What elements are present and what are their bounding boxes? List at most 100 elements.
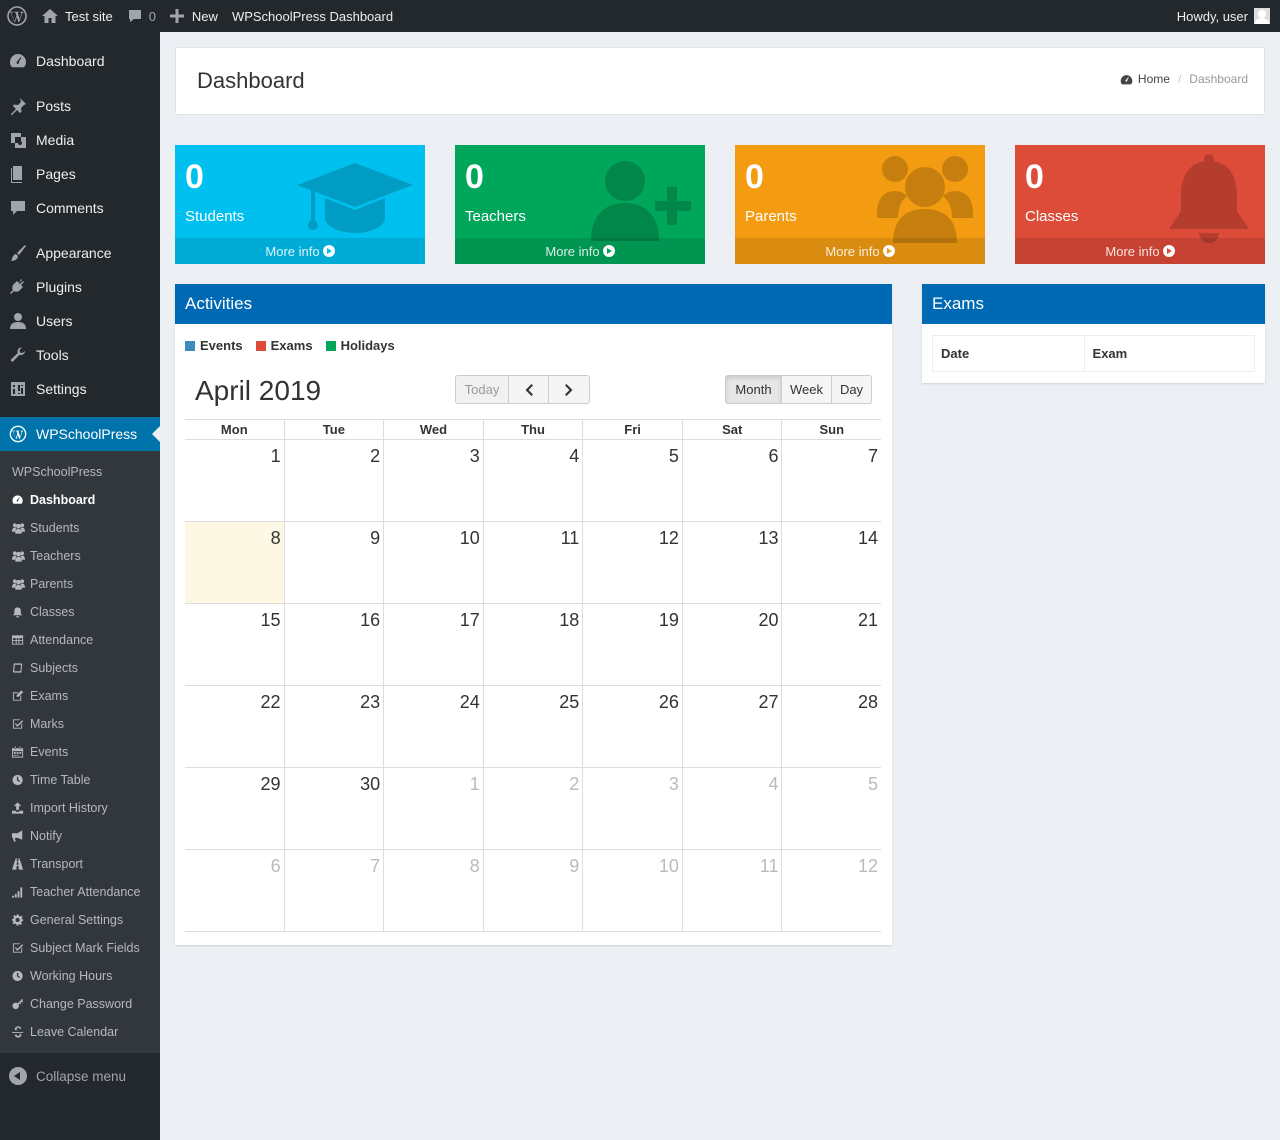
submenu-item-exams[interactable]: Exams — [0, 682, 160, 710]
submenu-item-teachers[interactable]: Teachers — [0, 542, 160, 570]
calendar-day-cell[interactable]: 26 — [582, 686, 682, 767]
submenu-item-transport[interactable]: Transport — [0, 850, 160, 878]
calendar-day-cell[interactable]: 12 — [781, 850, 881, 931]
site-link[interactable]: Test site — [34, 0, 120, 32]
calendar-day-cell[interactable]: 10 — [582, 850, 682, 931]
more-info-link[interactable]: More info — [175, 238, 425, 264]
calendar-day-cell[interactable]: 5 — [781, 768, 881, 849]
plugin-dashboard-link[interactable]: WPSchoolPress Dashboard — [225, 0, 400, 32]
calendar-day-cell[interactable]: 21 — [781, 604, 881, 685]
calendar-day-cell[interactable]: 20 — [681, 604, 782, 685]
calendar-day-cell[interactable]: 25 — [482, 686, 583, 767]
collapse-menu-button[interactable]: Collapse menu — [0, 1059, 160, 1093]
submenu-item-marks[interactable]: Marks — [0, 710, 160, 738]
menu-appearance[interactable]: Appearance — [0, 236, 160, 270]
menu-media[interactable]: Media — [0, 123, 160, 157]
week-view-button[interactable]: Week — [781, 375, 832, 404]
submenu-item-events[interactable]: Events — [0, 738, 160, 766]
menu-posts[interactable]: Posts — [0, 89, 160, 123]
today-button[interactable]: Today — [455, 375, 509, 404]
more-info-link[interactable]: More info — [735, 238, 985, 264]
calendar-day-cell[interactable]: 8 — [383, 850, 483, 931]
brush-icon — [9, 244, 27, 262]
calendar-day-cell[interactable]: 13 — [681, 522, 782, 603]
submenu-item-leave-calendar[interactable]: Leave Calendar — [0, 1018, 160, 1046]
calendar-day-cell[interactable]: 29 — [185, 768, 284, 849]
calendar-day-cell[interactable]: 2 — [482, 768, 583, 849]
calendar-day-cell[interactable]: 19 — [582, 604, 682, 685]
menu-wpschoolpress[interactable]: WPSchoolPress — [0, 417, 160, 451]
calendar-week-row: 1234567 — [185, 440, 881, 522]
calendar-day-cell[interactable]: 4 — [482, 440, 583, 521]
menu-pages[interactable]: Pages — [0, 157, 160, 191]
calendar-day-cell[interactable]: 11 — [482, 522, 583, 603]
submenu-item-time-table[interactable]: Time Table — [0, 766, 160, 794]
calendar-day-cell[interactable]: 15 — [185, 604, 284, 685]
calendar-day-cell[interactable]: 23 — [283, 686, 384, 767]
calendar-day-cell[interactable]: 22 — [185, 686, 284, 767]
calendar-day-cell[interactable]: 2 — [283, 440, 384, 521]
month-view-button[interactable]: Month — [725, 375, 782, 404]
calendar-day-cell[interactable]: 17 — [383, 604, 483, 685]
menu-comments[interactable]: Comments — [0, 191, 160, 225]
calendar-day-cell[interactable]: 1 — [383, 768, 483, 849]
calendar-day-cell[interactable]: 6 — [185, 850, 284, 931]
user-account-menu[interactable]: Howdy, user — [1170, 0, 1280, 32]
calendar-day-today[interactable]: 8 — [185, 522, 284, 603]
menu-dashboard[interactable]: Dashboard — [0, 44, 160, 78]
more-info-link[interactable]: More info — [1015, 238, 1265, 264]
menu-settings[interactable]: Settings — [0, 372, 160, 406]
menu-plugins[interactable]: Plugins — [0, 270, 160, 304]
stat-count: 0 — [465, 158, 484, 196]
calendar-day-cell[interactable]: 7 — [781, 440, 881, 521]
calendar-day-cell[interactable]: 7 — [283, 850, 384, 931]
menu-users[interactable]: Users — [0, 304, 160, 338]
calendar-day-cell[interactable]: 6 — [681, 440, 782, 521]
calendar-day-cell[interactable]: 30 — [283, 768, 384, 849]
submenu-item-students[interactable]: Students — [0, 514, 160, 542]
menu-tools[interactable]: Tools — [0, 338, 160, 372]
submenu-item-classes[interactable]: Classes — [0, 598, 160, 626]
submenu-item-import-history[interactable]: Import History — [0, 794, 160, 822]
calendar-day-cell[interactable]: 28 — [781, 686, 881, 767]
submenu-item-change-password[interactable]: Change Password — [0, 990, 160, 1018]
calendar-day-cell[interactable]: 16 — [283, 604, 384, 685]
calendar-day-cell[interactable]: 4 — [681, 768, 782, 849]
calendar-day-cell[interactable]: 3 — [582, 768, 682, 849]
calendar-day-cell[interactable]: 1 — [185, 440, 284, 521]
submenu-item-subjects[interactable]: Subjects — [0, 654, 160, 682]
submenu-item-attendance[interactable]: Attendance — [0, 626, 160, 654]
calendar-day-cell[interactable]: 10 — [383, 522, 483, 603]
new-content-link[interactable]: New — [163, 0, 225, 32]
calendar-day-cell[interactable]: 3 — [383, 440, 483, 521]
calendar-day-cell[interactable]: 14 — [781, 522, 881, 603]
stat-box-students: 0 Students More info — [175, 145, 425, 264]
bell-icon — [1167, 153, 1251, 248]
calendar-day-cell[interactable]: 18 — [482, 604, 583, 685]
calendar-day-cell[interactable]: 27 — [681, 686, 782, 767]
calendar-day-cell[interactable]: 12 — [582, 522, 682, 603]
submenu-item-subject-mark-fields[interactable]: Subject Mark Fields — [0, 934, 160, 962]
submenu-item-parents[interactable]: Parents — [0, 570, 160, 598]
calendar-day-cell[interactable]: 5 — [582, 440, 682, 521]
submenu-item-teacher-attendance[interactable]: Teacher Attendance — [0, 878, 160, 906]
submenu-item-working-hours[interactable]: Working Hours — [0, 962, 160, 990]
next-month-button[interactable] — [548, 375, 590, 404]
breadcrumb-home[interactable]: Home — [1120, 72, 1170, 86]
calendar-day-cell[interactable]: 9 — [283, 522, 384, 603]
calendar-day-cell[interactable]: 24 — [383, 686, 483, 767]
exams-title: Exams — [922, 284, 1265, 324]
day-view-button[interactable]: Day — [831, 375, 872, 404]
stat-count: 0 — [1025, 158, 1044, 196]
wordpress-logo-icon[interactable] — [0, 0, 34, 32]
calendar-day-cell[interactable]: 9 — [482, 850, 583, 931]
submenu-item-dashboard[interactable]: Dashboard — [0, 486, 160, 514]
comments-link[interactable]: 0 — [120, 0, 163, 32]
calendar-day-cell[interactable]: 11 — [681, 850, 782, 931]
calendar-legend: Events Exams Holidays — [185, 338, 408, 353]
prev-month-button[interactable] — [508, 375, 549, 404]
more-info-link[interactable]: More info — [455, 238, 705, 264]
submenu-item-general-settings[interactable]: General Settings — [0, 906, 160, 934]
submenu-title[interactable]: WPSchoolPress — [0, 458, 160, 486]
submenu-item-notify[interactable]: Notify — [0, 822, 160, 850]
